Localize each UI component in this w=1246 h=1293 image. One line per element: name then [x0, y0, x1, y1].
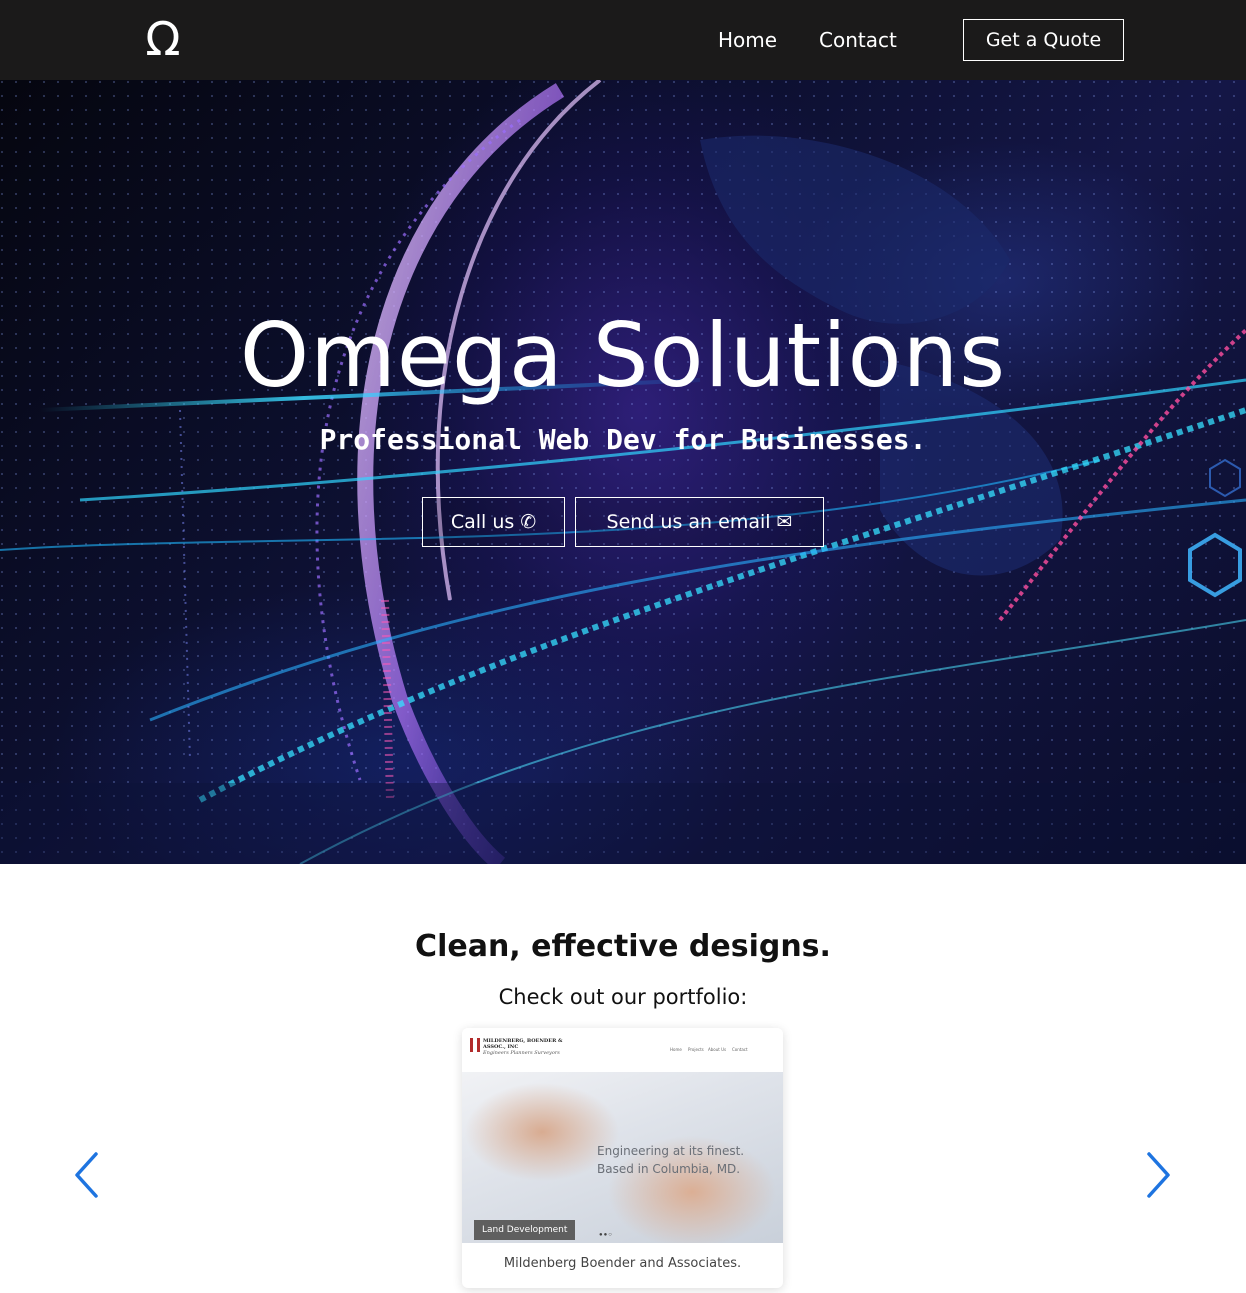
- mildenberg-logo-icon: [470, 1038, 480, 1052]
- screenshot-nav-projects: Projects: [688, 1047, 704, 1052]
- send-email-label: Send us an email: [606, 511, 771, 533]
- screenshot-header: MILDENBERG, BOENDER & ASSOC., INC Engine…: [462, 1028, 783, 1072]
- screenshot-nav-about: About Us: [708, 1047, 727, 1052]
- hero-banner: Omega Solutions Professional Web Dev for…: [0, 80, 1246, 864]
- screenshot-tagline-line2: Based in Columbia, MD.: [597, 1162, 741, 1176]
- carousel-dots-icon: ●●○: [599, 1232, 613, 1238]
- screenshot-nav-home: Home: [670, 1047, 682, 1052]
- nav-home-link[interactable]: Home: [718, 26, 777, 54]
- get-quote-button[interactable]: Get a Quote: [963, 19, 1124, 61]
- screenshot-logo-text: MILDENBERG, BOENDER & ASSOC., INC Engine…: [483, 1038, 573, 1056]
- screenshot-nav-contact: Contact: [732, 1047, 748, 1052]
- hero-background-graphic: [0, 80, 1246, 864]
- screenshot-tagline: Engineering at its finest. Based in Colu…: [597, 1142, 744, 1178]
- phone-icon: ✆: [520, 511, 537, 533]
- chevron-right-icon[interactable]: [1143, 1150, 1173, 1200]
- call-us-label: Call us: [450, 511, 515, 533]
- screenshot-tagline-line1: Engineering at its finest.: [597, 1144, 745, 1158]
- omega-logo-icon[interactable]: Ω: [141, 14, 185, 64]
- screenshot-logo-title: MILDENBERG, BOENDER & ASSOC., INC: [483, 1038, 563, 1050]
- hero-title: Omega Solutions: [239, 304, 1007, 407]
- call-us-button[interactable]: Call us ✆: [422, 497, 565, 547]
- portfolio-card-caption: Mildenberg Boender and Associates.: [503, 1256, 742, 1271]
- category-badge: Land Development: [474, 1220, 576, 1240]
- chevron-left-icon[interactable]: [72, 1150, 102, 1200]
- envelope-icon: ✉: [776, 511, 793, 533]
- portfolio-subheading: Check out our portfolio:: [498, 985, 748, 1009]
- nav-contact-link[interactable]: Contact: [819, 26, 897, 54]
- portfolio-heading: Clean, effective designs.: [415, 929, 831, 964]
- send-email-button[interactable]: Send us an email ✉: [575, 497, 824, 547]
- portfolio-screenshot: MILDENBERG, BOENDER & ASSOC., INC Engine…: [462, 1028, 783, 1243]
- top-navbar: Ω Home Contact Get a Quote: [0, 0, 1246, 80]
- screenshot-hero-image: Engineering at its finest. Based in Colu…: [462, 1072, 783, 1243]
- screenshot-logo-subtitle: Engineers Planners Surveyors: [483, 1050, 560, 1056]
- hero-subtitle: Professional Web Dev for Businesses.: [319, 423, 927, 456]
- portfolio-card[interactable]: MILDENBERG, BOENDER & ASSOC., INC Engine…: [462, 1028, 783, 1288]
